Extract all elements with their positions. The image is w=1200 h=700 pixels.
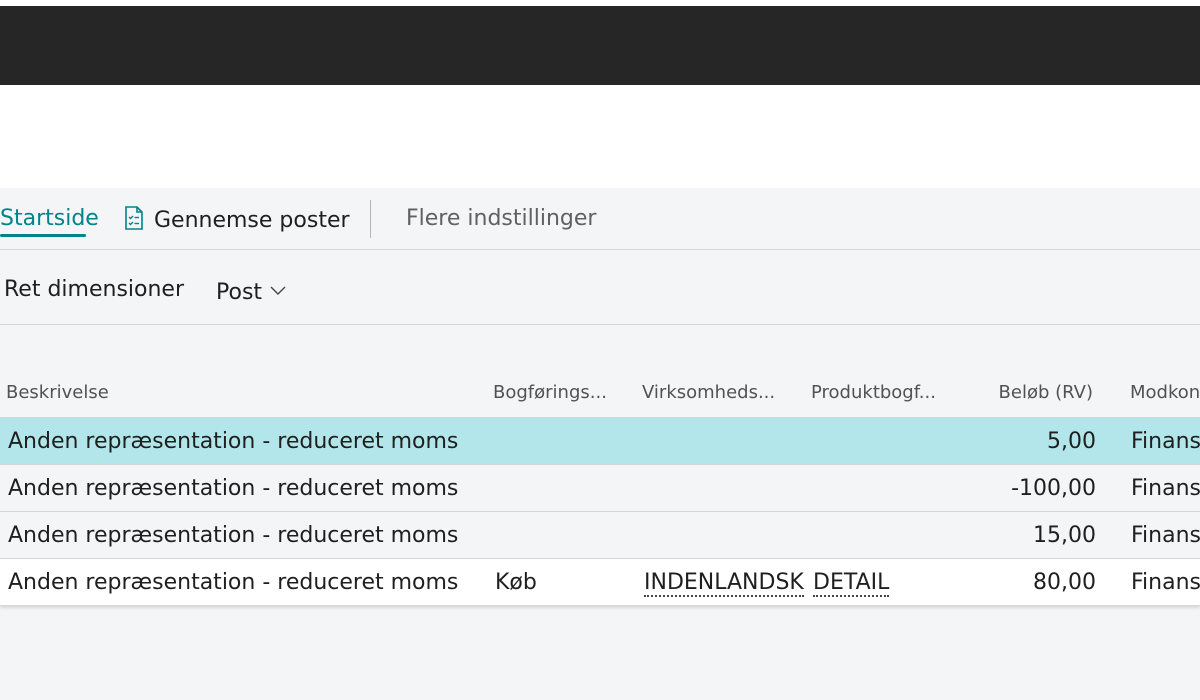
business-group-link[interactable]: INDENLANDSK: [644, 571, 804, 597]
column-header-amount[interactable]: Beløb (RV): [999, 382, 1093, 404]
column-header-business-posting-group[interactable]: Virksomheds...: [642, 382, 775, 404]
description-cell[interactable]: Anden repræsentation - reduceret moms: [8, 524, 458, 548]
tab-review-entries[interactable]: Gennemse poster: [124, 206, 350, 234]
balancing-account-cell[interactable]: Finansl: [1131, 524, 1200, 548]
app-header-bar: [0, 6, 1200, 85]
post-menu-button[interactable]: Post: [216, 277, 286, 306]
chevron-down-icon: [270, 277, 286, 295]
tab-home[interactable]: Startside: [0, 206, 99, 232]
column-header-product-posting-group[interactable]: Produktbogf...: [811, 382, 936, 404]
amount-cell[interactable]: -100,00: [1011, 477, 1096, 501]
tab-review-label: Gennemse poster: [154, 208, 350, 233]
column-header-description[interactable]: Beskrivelse: [6, 382, 109, 404]
active-tab-indicator: [0, 234, 86, 237]
post-menu-label: Post: [216, 280, 263, 305]
table-row[interactable]: Anden repræsentation - reduceret moms Kø…: [0, 559, 1200, 606]
posting-type-cell[interactable]: Køb: [495, 571, 537, 595]
tab-more-label: Flere indstillinger: [406, 206, 597, 231]
product-group-link[interactable]: DETAIL: [813, 571, 890, 597]
document-checklist-icon: [124, 206, 144, 230]
grid-header-row: Beskrivelse Bogførings... Virksomheds...…: [0, 372, 1200, 418]
table-row[interactable]: Anden repræsentation - reduceret moms 5,…: [0, 418, 1200, 465]
tab-more-options[interactable]: Flere indstillinger: [406, 206, 596, 232]
description-cell[interactable]: Anden repræsentation - reduceret moms: [8, 477, 458, 501]
tab-home-label: Startside: [0, 206, 99, 231]
tab-divider: [370, 200, 371, 238]
amount-cell[interactable]: 5,00: [1047, 430, 1096, 454]
amount-cell[interactable]: 80,00: [1033, 571, 1096, 595]
page-header-area: [0, 85, 1200, 188]
column-header-posting-type[interactable]: Bogførings...: [493, 382, 607, 404]
action-bar: Startside Gennemse poster Flere indstill…: [0, 188, 1200, 250]
table-row[interactable]: Anden repræsentation - reduceret moms 15…: [0, 512, 1200, 559]
column-header-balancing-account[interactable]: Modkon: [1130, 382, 1200, 404]
balancing-account-cell[interactable]: Finansl: [1131, 571, 1200, 595]
table-row[interactable]: Anden repræsentation - reduceret moms -1…: [0, 465, 1200, 512]
edit-dimensions-button[interactable]: Ret dimensioner: [4, 277, 184, 303]
description-cell[interactable]: Anden repræsentation - reduceret moms: [8, 571, 458, 595]
journal-lines-grid: Beskrivelse Bogførings... Virksomheds...…: [0, 372, 1200, 606]
amount-cell[interactable]: 15,00: [1033, 524, 1096, 548]
balancing-account-cell[interactable]: Finansl: [1131, 430, 1200, 454]
balancing-account-cell[interactable]: Finansl: [1131, 477, 1200, 501]
edit-dimensions-label: Ret dimensioner: [4, 277, 184, 302]
description-cell[interactable]: Anden repræsentation - reduceret moms: [8, 430, 458, 454]
sub-action-bar: Ret dimensioner Post: [0, 251, 1200, 325]
